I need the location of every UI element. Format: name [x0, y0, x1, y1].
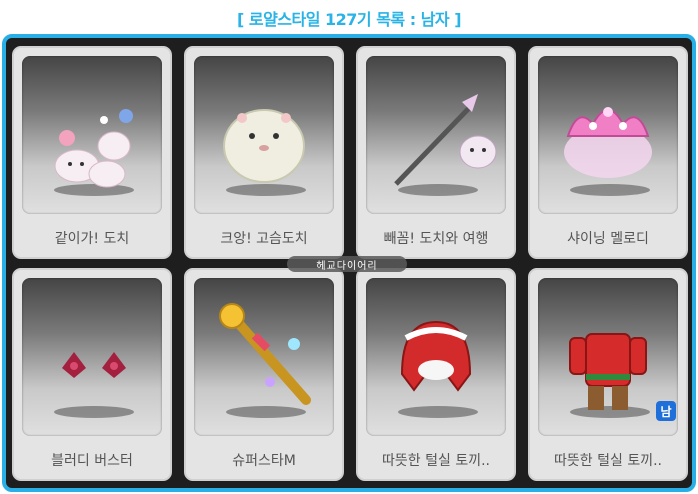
hedgehog-bindle-weapon-icon: [394, 94, 497, 186]
red-knit-hat-icon: [400, 320, 472, 392]
white-hedgehog-icon: [223, 109, 305, 183]
item-card-1[interactable]: 같이가! 도치: [12, 46, 172, 259]
item-label: 슈퍼스타M: [232, 453, 296, 469]
item-card-2[interactable]: 크앙! 고슴도치: [184, 46, 344, 259]
item-card-7[interactable]: 따뜻한 털실 토끼..: [356, 268, 516, 481]
item-label: 따뜻한 털실 토끼..: [554, 453, 662, 469]
item-card-8[interactable]: 남 따뜻한 털실 토끼..: [528, 268, 688, 481]
item-card-3[interactable]: 빼꼼! 도치와 여행: [356, 46, 516, 259]
item-label: 크앙! 고슴도치: [220, 231, 308, 247]
item-label: 빼꼼! 도치와 여행: [383, 231, 489, 247]
gender-badge-icon: 남: [656, 401, 676, 421]
item-label: 블러디 버스터: [51, 453, 133, 469]
pink-crown-icon: [564, 107, 652, 178]
red-flower-effect-icon: [62, 352, 126, 378]
item-card-6[interactable]: 슈퍼스타M: [184, 268, 344, 481]
item-card-4[interactable]: 샤이닝 멜로디: [528, 46, 688, 259]
page-title: [ 로얄스타일 127기 목록 : 남자 ]: [236, 10, 462, 29]
golden-microphone-weapon-icon: [219, 303, 311, 405]
watermark-label: 헤교다이어리: [287, 256, 407, 272]
item-label: 샤이닝 멜로디: [567, 231, 649, 247]
item-label: 같이가! 도치: [54, 231, 130, 247]
item-card-5[interactable]: 블러디 버스터: [12, 268, 172, 481]
hedgehog-family-icon: [54, 109, 133, 188]
item-label: 따뜻한 털실 토끼..: [382, 453, 490, 469]
